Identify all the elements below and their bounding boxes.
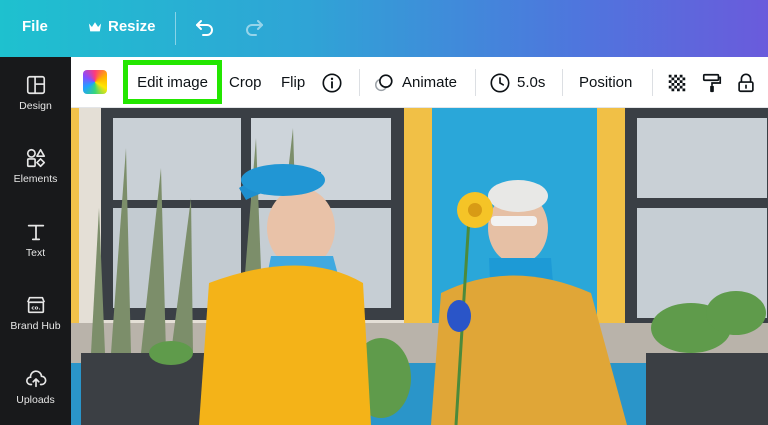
topbar-divider bbox=[175, 12, 176, 45]
sidebar-item-design[interactable]: Design bbox=[0, 74, 71, 112]
sidebar-item-uploads[interactable]: Uploads bbox=[0, 368, 71, 406]
upload-cloud-icon bbox=[25, 370, 46, 388]
undo-icon[interactable] bbox=[193, 16, 217, 40]
info-button[interactable] bbox=[321, 57, 343, 108]
transparency-button[interactable] bbox=[666, 57, 688, 108]
clock-icon bbox=[490, 72, 510, 93]
crown-icon bbox=[88, 21, 102, 31]
position-button[interactable]: Position bbox=[579, 57, 632, 108]
sidebar-item-brand-hub[interactable]: co. Brand Hub bbox=[0, 294, 71, 332]
sidebar-item-label: Design bbox=[19, 100, 52, 112]
brand-hub-icon: co. bbox=[26, 296, 45, 314]
shapes-icon bbox=[26, 148, 45, 168]
sidebar-item-label: Elements bbox=[13, 173, 58, 185]
svg-text:co.: co. bbox=[31, 306, 40, 312]
toolbar-divider bbox=[475, 69, 476, 96]
image-toolbar: Edit image Crop Flip Animate 5.0s Positi… bbox=[71, 57, 768, 108]
edit-image-button[interactable]: Edit image bbox=[123, 60, 222, 104]
animate-label: Animate bbox=[402, 74, 458, 91]
sidebar-item-text[interactable]: Text bbox=[0, 221, 71, 259]
paint-roller-icon bbox=[702, 73, 722, 92]
duration-label: 5.0s bbox=[517, 74, 546, 91]
resize-button[interactable]: Resize bbox=[88, 18, 156, 35]
design-canvas[interactable] bbox=[71, 108, 768, 425]
toolbar-divider bbox=[359, 69, 360, 96]
transparency-icon bbox=[668, 74, 686, 91]
sidebar-item-label: Brand Hub bbox=[10, 320, 61, 332]
crop-button[interactable]: Crop bbox=[229, 57, 262, 108]
toolbar-divider bbox=[562, 69, 563, 96]
top-bar: File Resize bbox=[0, 0, 768, 57]
toolbar-divider bbox=[652, 69, 653, 96]
file-menu-button[interactable]: File bbox=[22, 18, 48, 35]
color-swatch-icon[interactable] bbox=[83, 70, 107, 94]
flip-button[interactable]: Flip bbox=[281, 57, 305, 108]
resize-label: Resize bbox=[108, 18, 156, 35]
lock-icon bbox=[738, 73, 754, 92]
animate-button[interactable]: Animate bbox=[373, 57, 457, 108]
animate-icon bbox=[375, 73, 393, 91]
text-icon bbox=[27, 224, 44, 241]
left-sidebar: Design Elements Text co. Brand Hub Uploa… bbox=[0, 57, 71, 425]
sidebar-item-label: Text bbox=[25, 247, 46, 259]
redo-icon[interactable] bbox=[242, 16, 266, 40]
layout-icon bbox=[26, 75, 45, 95]
photo-image[interactable] bbox=[71, 108, 768, 425]
duration-button[interactable]: 5.0s bbox=[489, 57, 545, 108]
paint-format-button[interactable] bbox=[701, 57, 723, 108]
sidebar-item-elements[interactable]: Elements bbox=[0, 147, 71, 185]
lock-button[interactable] bbox=[735, 57, 757, 108]
sidebar-item-label: Uploads bbox=[16, 394, 55, 406]
info-icon bbox=[322, 72, 342, 93]
